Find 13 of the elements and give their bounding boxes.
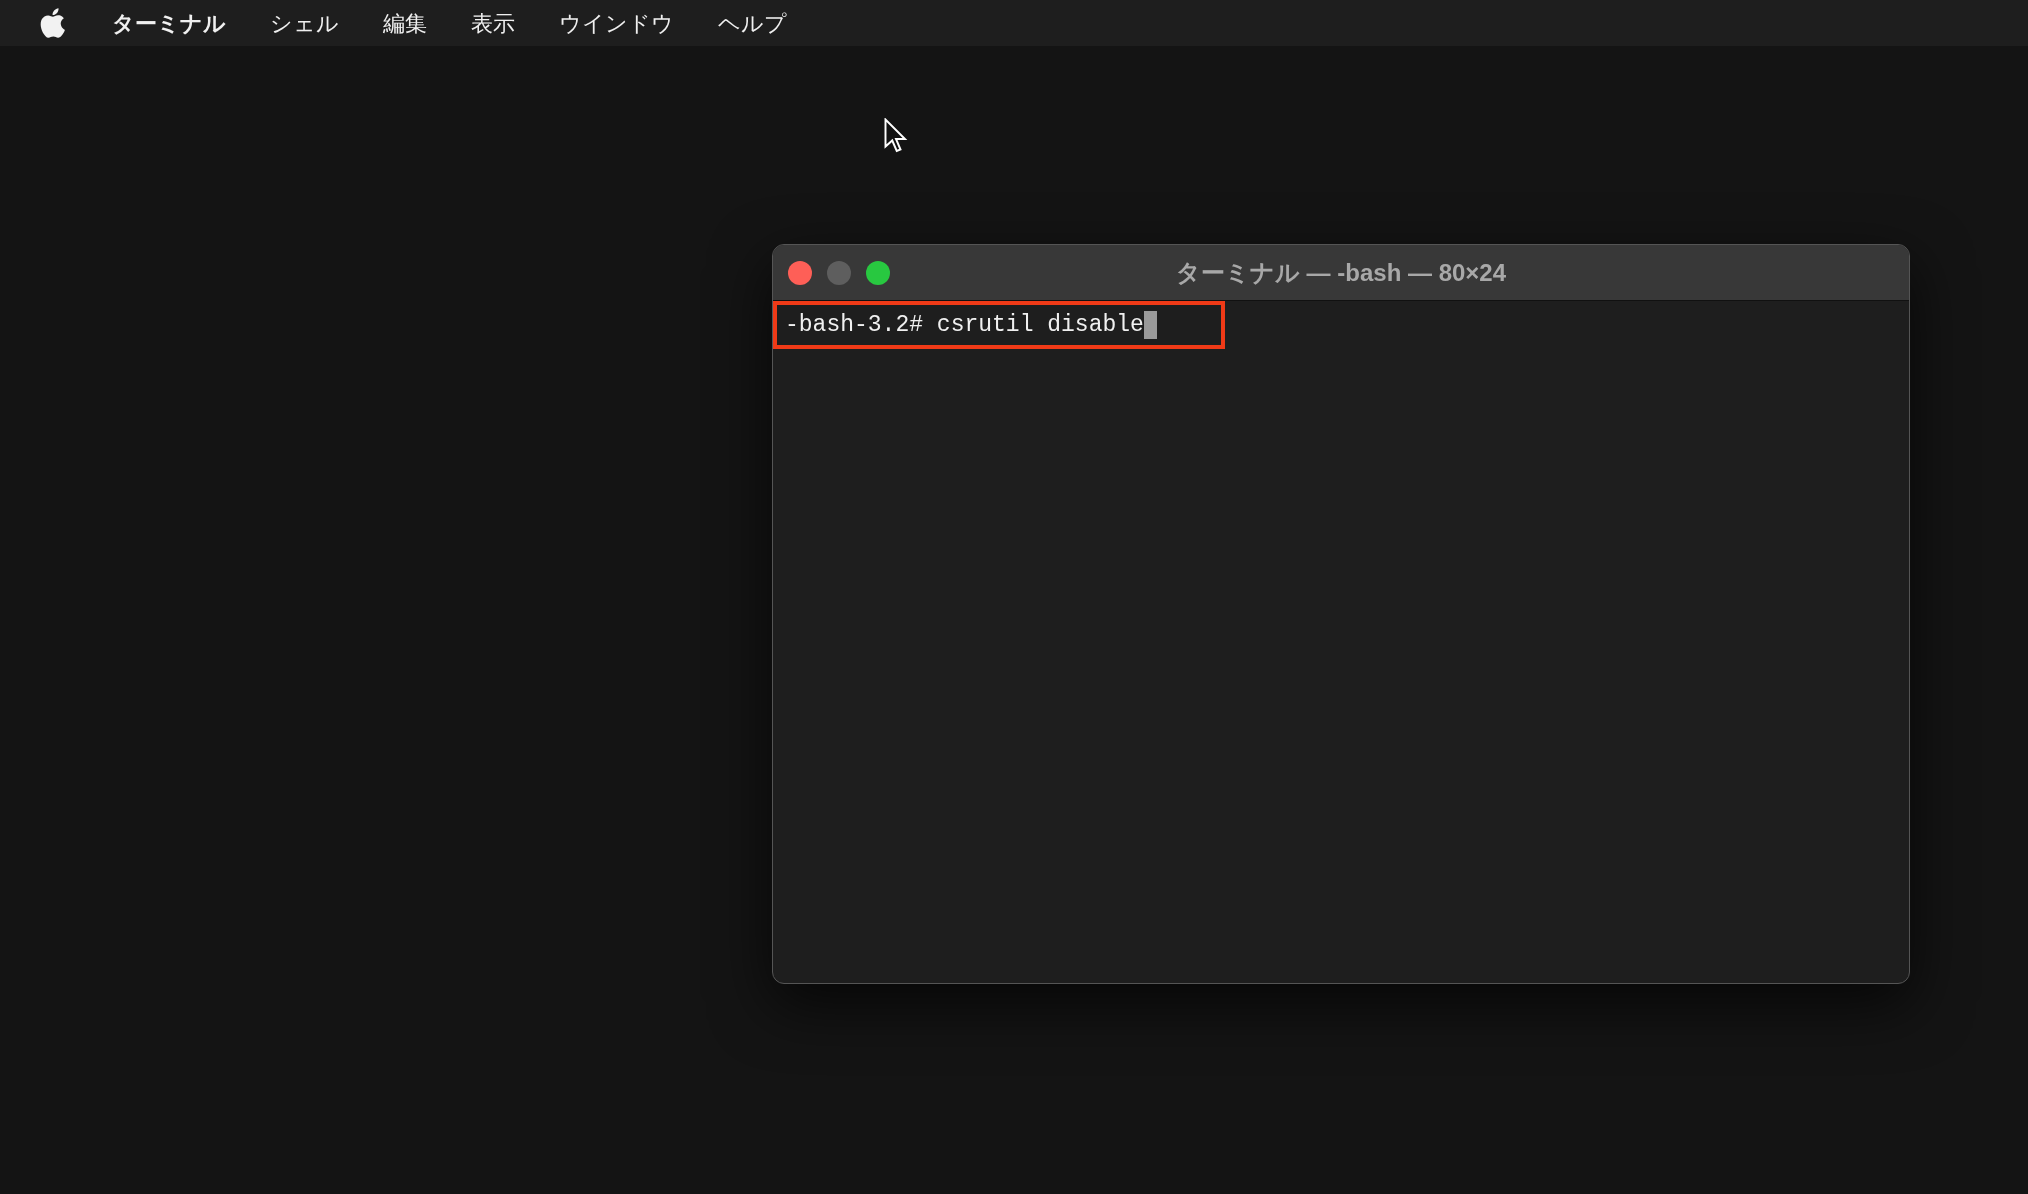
window-title: ターミナル — -bash — 80×24 <box>1175 257 1507 288</box>
menu-item[interactable]: ウインドウ <box>559 6 674 40</box>
menu-item[interactable]: ターミナル <box>112 6 226 40</box>
maximize-button[interactable] <box>866 260 890 285</box>
menu-item[interactable]: ヘルプ <box>718 6 787 40</box>
menu-item[interactable]: 表示 <box>471 6 515 40</box>
menu-item[interactable]: シェル <box>270 6 339 40</box>
mouse-pointer-icon <box>884 118 908 154</box>
text-cursor <box>1143 311 1157 339</box>
menu-item[interactable]: 編集 <box>383 6 427 40</box>
command-line: -bash-3.2# csrutil disable <box>785 310 1144 340</box>
apple-logo-icon[interactable] <box>38 7 66 39</box>
close-button[interactable] <box>788 260 812 285</box>
